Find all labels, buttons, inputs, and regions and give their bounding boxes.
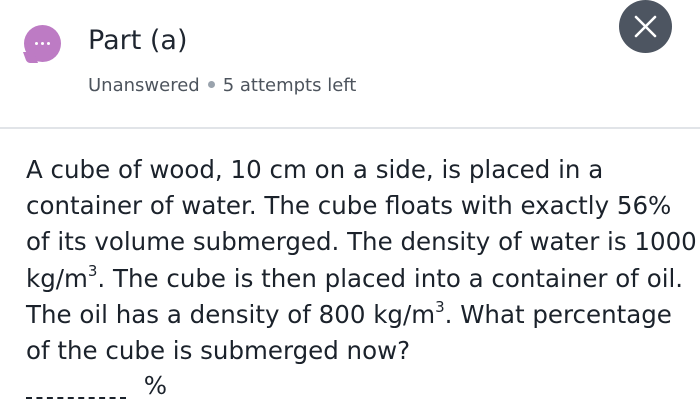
bullet-separator bbox=[207, 81, 215, 88]
unit-exponent: 3 bbox=[87, 261, 98, 280]
question-header: Part (a) Unanswered 5 attempts left bbox=[0, 0, 700, 128]
question-line: The oil has a density of 800 kg/m3. What… bbox=[26, 297, 698, 333]
question-line: A cube of wood, 10 cm on a side, is plac… bbox=[26, 155, 604, 184]
question-line-text: . The cube is then placed into a contain… bbox=[97, 263, 684, 293]
question-line: of its volume submerged. The density of … bbox=[26, 227, 697, 257]
question-line-text: . What percentage bbox=[444, 299, 672, 329]
answer-input[interactable] bbox=[26, 373, 126, 399]
attempts-left-text: 5 attempts left bbox=[222, 75, 357, 96]
question-line: kg/m3. The cube is then placed into a co… bbox=[26, 261, 698, 297]
chat-bubble-dots-icon bbox=[22, 25, 61, 63]
header-divider bbox=[0, 127, 700, 129]
part-title: Part (a) bbox=[88, 25, 188, 56]
close-icon bbox=[634, 15, 657, 38]
unit-exponent: 3 bbox=[435, 297, 445, 316]
question-text: A cube of wood, 10 cm on a side, is plac… bbox=[26, 152, 698, 369]
answer-status-text: Unanswered bbox=[88, 75, 200, 96]
answer-row: % bbox=[26, 368, 167, 404]
question-line: container of water. The cube floats with… bbox=[26, 191, 672, 221]
answer-unit: % bbox=[143, 371, 168, 400]
question-line-text: The oil has a density of 800 kg/m bbox=[26, 299, 436, 329]
unit-base: kg/m bbox=[26, 263, 88, 293]
question-line: of the cube is submerged now? bbox=[26, 336, 411, 366]
close-button[interactable] bbox=[619, 0, 672, 53]
attempt-status: Unanswered 5 attempts left bbox=[88, 75, 356, 97]
